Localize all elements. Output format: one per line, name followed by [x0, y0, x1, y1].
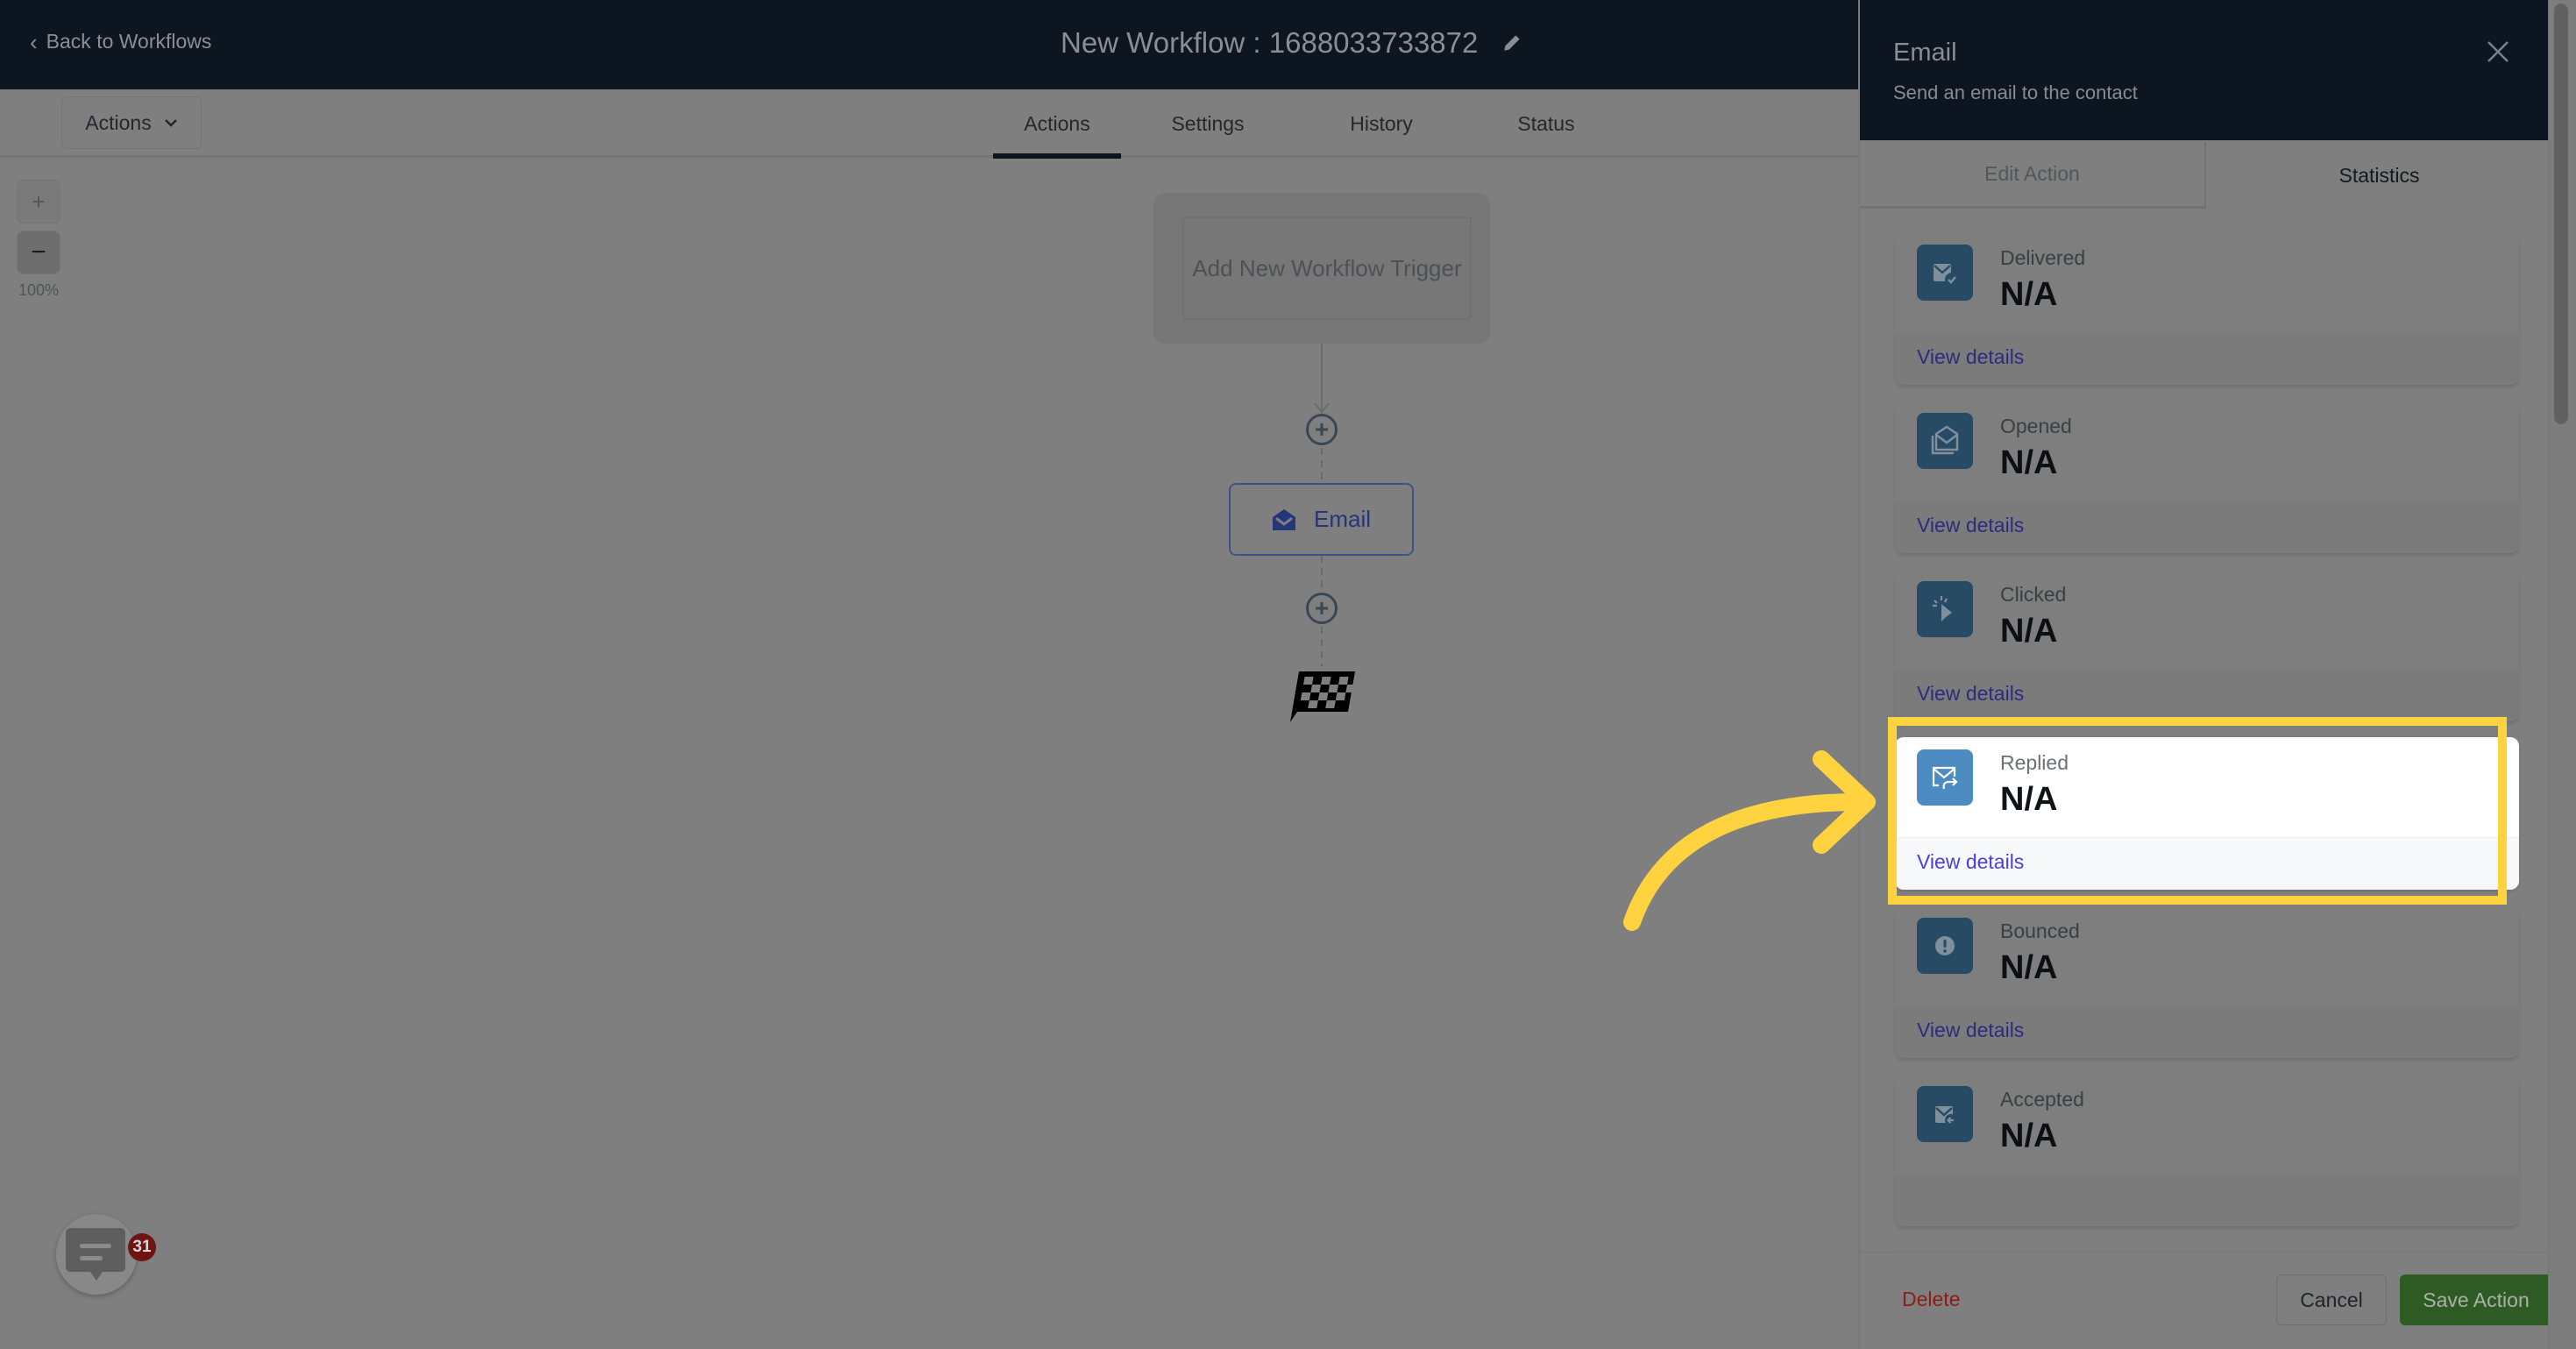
stat-value: N/A — [2000, 781, 2058, 818]
cancel-button[interactable]: Cancel — [2276, 1274, 2387, 1325]
add-action-button[interactable]: + — [1306, 593, 1338, 624]
chat-widget-button[interactable]: 31 — [56, 1214, 156, 1295]
action-side-panel: Email Send an email to the contact Edit … — [1858, 0, 2559, 1349]
email-open-icon — [1272, 508, 1295, 530]
statistics-list: Delivered N/A View details Opened N/A Vi… — [1895, 232, 2519, 1310]
mail-accepted-icon — [1917, 1086, 1973, 1142]
view-details-link[interactable]: View details — [1917, 1019, 2024, 1042]
tab-statistics[interactable]: Statistics — [2206, 142, 2552, 209]
connector-line — [1321, 556, 1323, 591]
add-trigger-button[interactable]: Add New Workflow Trigger — [1182, 217, 1472, 320]
arrow-down-icon — [1314, 402, 1330, 414]
mail-reply-icon — [1917, 749, 1973, 806]
workflow-title-text: New Workflow : 1688033733872 — [1061, 26, 1479, 59]
panel-scrollbar[interactable] — [2548, 0, 2576, 1349]
workflow-toolbar: Actions Actions Settings History Status — [0, 89, 1867, 159]
notification-badge: 31 — [128, 1233, 156, 1261]
tab-settings[interactable]: Settings — [1121, 89, 1295, 158]
stat-card-accepted: Accepted N/A — [1895, 1074, 2519, 1226]
stat-value: N/A — [2000, 276, 2058, 313]
stat-label: Delivered — [2000, 246, 2086, 269]
panel-tabs: Edit Action Statistics — [1860, 142, 2552, 209]
stat-value: N/A — [2000, 444, 2058, 481]
back-to-workflows-link[interactable]: ‹ Back to Workflows — [30, 30, 211, 53]
tab-actions[interactable]: Actions — [993, 89, 1121, 159]
workflow-title: New Workflow : 1688033733872 — [1061, 26, 1523, 60]
stat-label: Opened — [2000, 415, 2072, 437]
add-action-button[interactable]: + — [1306, 414, 1338, 445]
back-link-label: Back to Workflows — [46, 30, 212, 53]
delete-button[interactable]: Delete — [1902, 1288, 1960, 1311]
stat-value: N/A — [2000, 613, 2058, 650]
stat-value: N/A — [2000, 1118, 2058, 1154]
view-details-link[interactable]: View details — [1917, 850, 2024, 874]
stat-label: Replied — [2000, 751, 2069, 774]
finish-flag-icon — [1290, 671, 1355, 722]
connector-line — [1321, 448, 1323, 483]
tab-status[interactable]: Status — [1468, 89, 1624, 158]
zoom-in-button[interactable]: + — [17, 180, 60, 224]
stat-card-bounced: Bounced N/A View details — [1895, 905, 2519, 1058]
email-action-node[interactable]: Email — [1229, 483, 1414, 556]
actions-dropdown[interactable]: Actions — [61, 96, 202, 149]
chevron-left-icon: ‹ — [30, 28, 38, 55]
stat-card-footer — [1895, 1174, 2519, 1226]
view-details-link[interactable]: View details — [1917, 514, 2024, 537]
email-node-label: Email — [1313, 506, 1371, 532]
tab-edit-action[interactable]: Edit Action — [1860, 142, 2206, 209]
panel-subtitle: Send an email to the contact — [1893, 82, 2138, 103]
stat-card-delivered: Delivered N/A View details — [1895, 232, 2519, 385]
edit-title-pencil-icon[interactable] — [1501, 32, 1523, 54]
cursor-click-icon — [1917, 581, 1973, 637]
trigger-container: Add New Workflow Trigger — [1153, 193, 1490, 344]
actions-dropdown-label: Actions — [85, 110, 152, 134]
zoom-out-button[interactable]: − — [17, 231, 60, 274]
mail-open-icon — [1917, 413, 1973, 469]
scrollbar-thumb[interactable] — [2554, 4, 2568, 424]
chat-bubble-icon — [66, 1228, 125, 1281]
stat-label: Bounced — [2000, 919, 2080, 942]
save-action-button[interactable]: Save Action — [2400, 1274, 2552, 1325]
close-icon[interactable] — [2485, 39, 2511, 65]
stat-card-replied: Replied N/A View details — [1895, 737, 2519, 890]
stat-label: Clicked — [2000, 583, 2067, 606]
panel-header: Email Send an email to the contact — [1860, 0, 2552, 140]
panel-footer: Delete Cancel Save Action — [1860, 1252, 2552, 1349]
alert-circle-icon — [1917, 918, 1973, 974]
stat-card-opened: Opened N/A View details — [1895, 401, 2519, 553]
mail-check-icon — [1917, 245, 1973, 301]
connector-line — [1321, 627, 1323, 666]
stat-label: Accepted — [2000, 1088, 2084, 1111]
top-header: ‹ Back to Workflows New Workflow : 16880… — [0, 0, 1867, 89]
stat-value: N/A — [2000, 949, 2058, 986]
zoom-level: 100% — [18, 281, 60, 299]
panel-title: Email — [1893, 39, 1957, 67]
workflow-tabs: Actions Settings History Status — [993, 89, 1624, 159]
annotation-arrow-icon — [1623, 750, 1876, 931]
view-details-link[interactable]: View details — [1917, 345, 2024, 369]
chevron-down-icon — [164, 119, 177, 127]
tab-history[interactable]: History — [1295, 89, 1468, 158]
zoom-controls: + − 100% — [17, 180, 62, 300]
stat-card-clicked: Clicked N/A View details — [1895, 569, 2519, 721]
view-details-link[interactable]: View details — [1917, 682, 2024, 706]
